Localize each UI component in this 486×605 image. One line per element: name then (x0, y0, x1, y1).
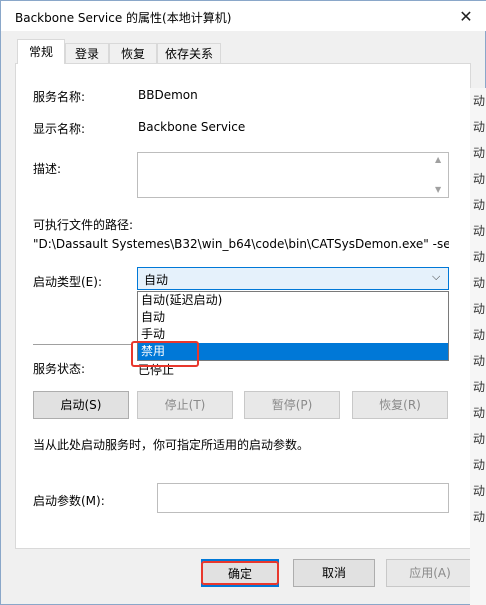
window-title: Backbone Service 的属性(本地计算机) (15, 11, 232, 25)
scroll-down-icon[interactable]: ▼ (435, 185, 441, 194)
background-text: 动 (473, 328, 486, 342)
start-params-label: 启动参数(M): (33, 494, 105, 508)
background-text: 动 (473, 120, 486, 134)
tab-dependencies[interactable]: 依存关系 (157, 43, 221, 63)
pause-button[interactable]: 暂停(P) (244, 391, 340, 419)
start-button[interactable]: 启动(S) (33, 391, 129, 419)
resume-button[interactable]: 恢复(R) (352, 391, 448, 419)
startup-type-select[interactable]: 自动 ⌵ (137, 267, 449, 290)
stop-button[interactable]: 停止(T) (137, 391, 233, 419)
tab-logon[interactable]: 登录 (65, 43, 109, 63)
background-text: 动 (473, 172, 486, 186)
tab-general[interactable]: 常规 (17, 39, 65, 64)
separator (33, 344, 133, 345)
description-field[interactable]: ▲ ▼ (137, 152, 449, 198)
option-auto[interactable]: 自动 (138, 309, 448, 326)
start-params-hint: 当从此处启动服务时，你可指定所适用的启动参数。 (33, 438, 310, 452)
exe-path-label: 可执行文件的路径: (33, 218, 134, 232)
background-text: 动 (473, 276, 486, 290)
cancel-button[interactable]: 取消 (293, 559, 375, 587)
background-text: 动 (473, 302, 486, 316)
highlight-disabled-option (131, 341, 199, 367)
background-text: 动 (473, 354, 486, 368)
service-name-label: 服务名称: (33, 90, 86, 104)
startup-type-label: 启动类型(E): (33, 275, 102, 289)
highlight-ok-button (201, 561, 279, 585)
close-icon: ✕ (459, 6, 473, 26)
background-text: 动 (473, 224, 486, 238)
close-button[interactable]: ✕ (453, 3, 479, 29)
service-status-label: 服务状态: (33, 362, 86, 376)
apply-button[interactable]: 应用(A) (386, 559, 474, 587)
display-name-value: Backbone Service (138, 120, 246, 134)
display-name-label: 显示名称: (33, 122, 86, 136)
background-text: 动 (473, 198, 486, 212)
exe-path-value: "D:\Dassault Systemes\B32\win_b64\code\b… (33, 237, 449, 251)
startup-type-value: 自动 (144, 273, 169, 287)
description-label: 描述: (33, 162, 62, 176)
start-params-input[interactable] (157, 483, 449, 513)
background-text: 动 (473, 406, 486, 420)
background-text: 动 (473, 146, 486, 160)
background-text: 动 (473, 250, 486, 264)
title-bar: Backbone Service 的属性(本地计算机) ✕ (1, 1, 486, 31)
service-properties-dialog: Backbone Service 的属性(本地计算机) ✕ 常规 登录 恢复 依… (0, 0, 486, 605)
background-text: 动 (473, 432, 486, 446)
background-text: 动 (473, 458, 486, 472)
background-text: 动 (473, 510, 486, 524)
background-text: 动 (473, 484, 486, 498)
option-auto-delayed[interactable]: 自动(延迟启动) (138, 292, 448, 309)
background-text: 动 (473, 94, 486, 108)
service-name-value: BBDemon (138, 88, 198, 102)
background-window-right: 动 动 动 动 动 动 动 动 动 动 动 动 动 动 动 动 动 (470, 88, 486, 605)
chevron-down-icon: ⌵ (432, 270, 441, 283)
scroll-up-icon[interactable]: ▲ (435, 155, 441, 164)
background-text: 动 (473, 380, 486, 394)
tab-recovery[interactable]: 恢复 (109, 43, 157, 63)
